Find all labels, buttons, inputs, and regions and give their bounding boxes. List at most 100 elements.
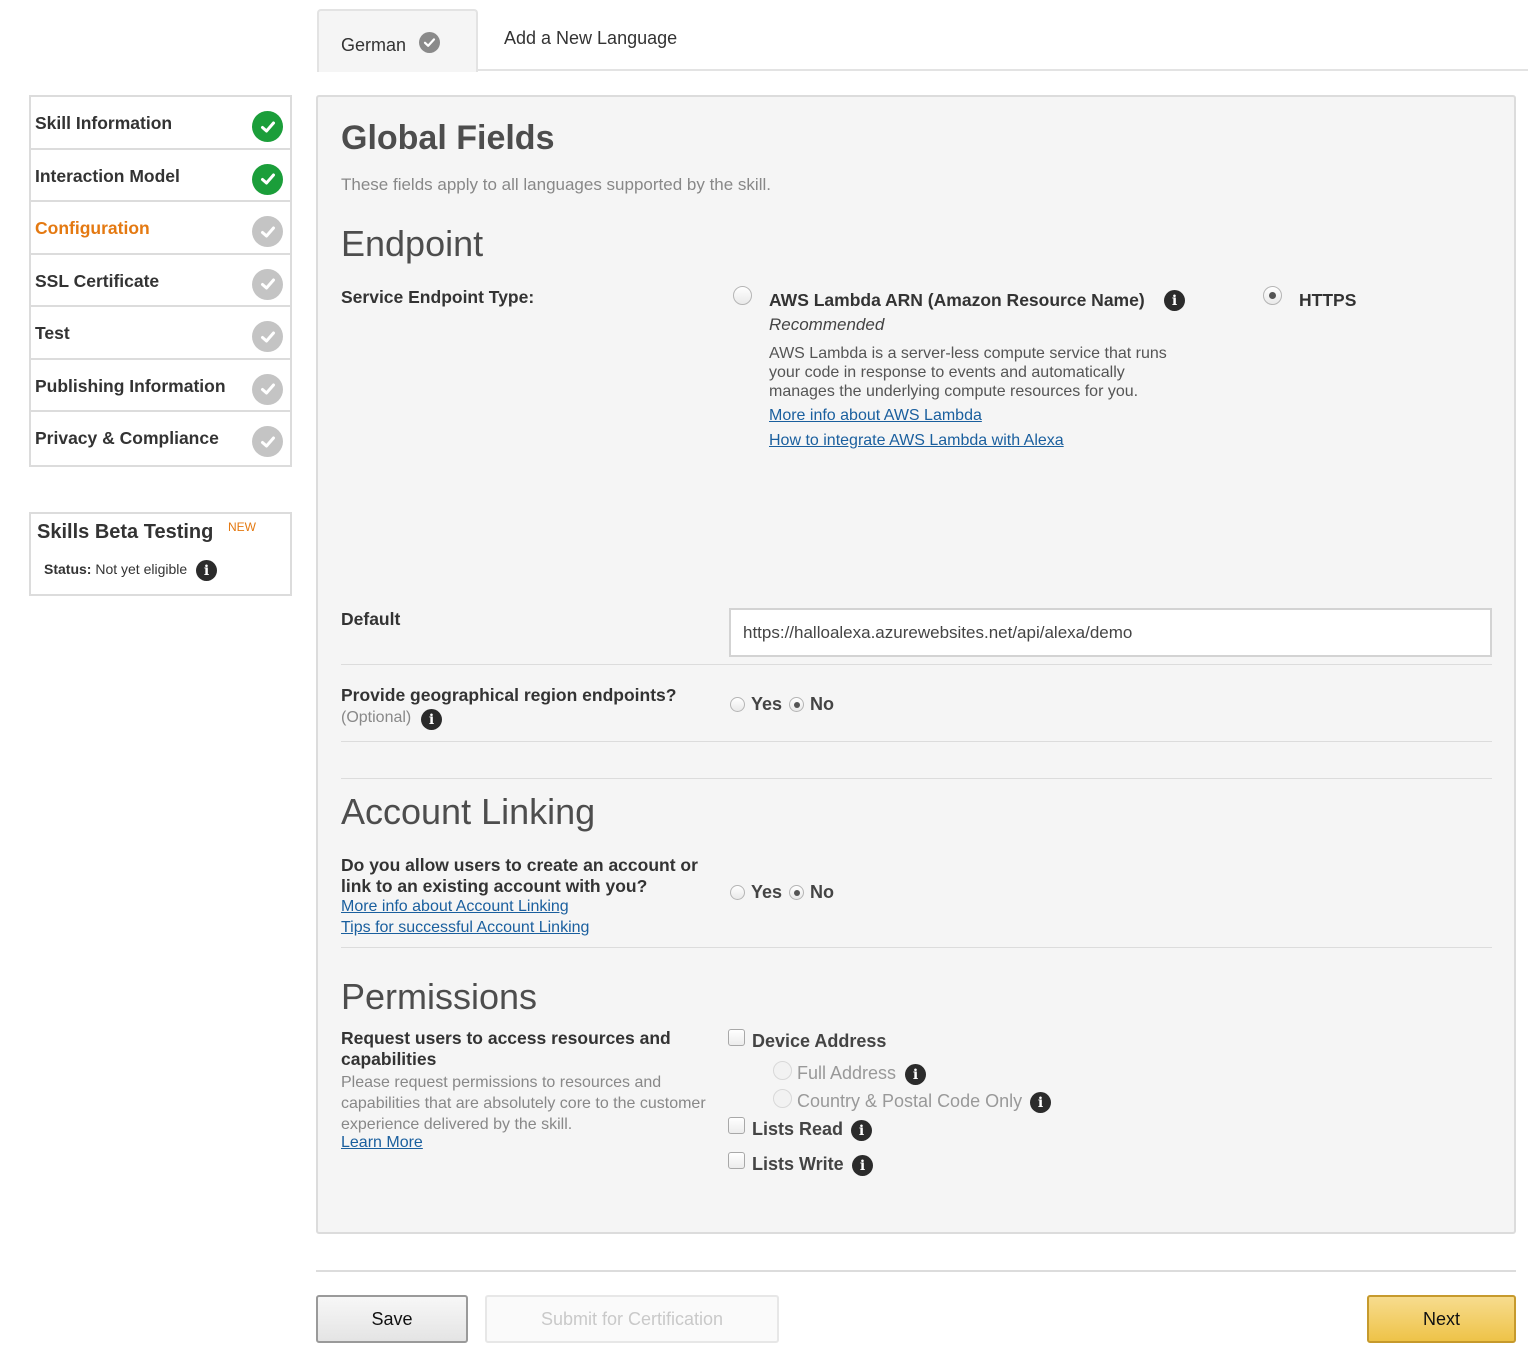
- info-icon[interactable]: i: [1030, 1092, 1051, 1113]
- tab-german[interactable]: German: [317, 9, 478, 72]
- language-tabs: German Add a New Language: [317, 9, 1528, 72]
- page-title: Global Fields: [341, 119, 555, 157]
- info-icon[interactable]: i: [421, 709, 442, 730]
- geo-optional-label: (Optional): [341, 709, 412, 726]
- account-linking-question: link to an existing account with you?: [341, 876, 648, 896]
- geo-no-label: No: [810, 694, 834, 714]
- submit-for-certification-button[interactable]: Submit for Certification: [485, 1295, 779, 1343]
- page-subtitle: These fields apply to all languages supp…: [341, 175, 771, 194]
- check-circle-icon: [252, 268, 283, 300]
- lists-write-label: Lists Write: [752, 1154, 844, 1174]
- sidebar-item-skill-information[interactable]: Skill Information: [31, 97, 290, 150]
- sidebar-item-label: Interaction Model: [35, 165, 180, 186]
- info-icon[interactable]: i: [196, 560, 218, 581]
- learn-more-link[interactable]: Learn More: [341, 1134, 423, 1152]
- permissions-label: Request users to access resources and: [341, 1028, 671, 1048]
- radio-selected-dot: [1269, 292, 1276, 299]
- permissions-description-line: capabilities that are absolutely core to…: [341, 1095, 706, 1112]
- https-option-label: HTTPS: [1299, 290, 1357, 310]
- new-badge: NEW: [228, 520, 256, 534]
- info-icon[interactable]: i: [852, 1155, 873, 1176]
- radio-selected-dot: [793, 701, 800, 708]
- check-circle-icon: [252, 426, 283, 457]
- sidebar-item-ssl-certificate[interactable]: SSL Certificate: [31, 255, 290, 307]
- permissions-label: capabilities: [341, 1049, 437, 1069]
- save-button[interactable]: Save: [316, 1295, 468, 1343]
- info-icon[interactable]: i: [905, 1064, 926, 1085]
- sidebar-item-test[interactable]: Test: [31, 307, 290, 360]
- lists-write-checkbox[interactable]: [728, 1152, 745, 1169]
- more-info-account-linking-link[interactable]: More info about Account Linking: [341, 898, 569, 916]
- device-address-label: Device Address: [752, 1031, 887, 1051]
- sidebar-item-publishing-information[interactable]: Publishing Information: [31, 360, 290, 412]
- geo-no-radio[interactable]: [789, 697, 804, 712]
- check-circle-icon: [252, 163, 283, 195]
- full-address-radio[interactable]: [773, 1061, 792, 1080]
- lambda-recommended: Recommended: [769, 315, 885, 334]
- more-info-lambda-link[interactable]: More info about AWS Lambda: [769, 407, 982, 425]
- permissions-description-line: Please request permissions to resources …: [341, 1074, 662, 1091]
- sidebar-item-label: Test: [35, 323, 70, 343]
- beta-status-label: Status:: [44, 561, 92, 578]
- footer-divider: [316, 1270, 1516, 1272]
- lambda-radio[interactable]: [733, 286, 752, 305]
- lambda-description-line: manages the underlying compute resources…: [769, 383, 1139, 400]
- geo-yes-label: Yes: [751, 694, 783, 714]
- account-linking-yes-label: Yes: [751, 882, 783, 902]
- info-icon[interactable]: i: [1164, 290, 1185, 311]
- check-circle-icon: [252, 321, 283, 352]
- permissions-description-line: experience delivered by the skill.: [341, 1116, 573, 1133]
- lists-read-label: Lists Read: [752, 1119, 844, 1139]
- permissions-heading: Permissions: [341, 976, 538, 1017]
- account-linking-no-label: No: [810, 882, 834, 902]
- tab-german-label: German: [341, 35, 407, 55]
- info-icon[interactable]: i: [851, 1120, 872, 1141]
- lambda-description-line: AWS Lambda is a server-less compute serv…: [769, 345, 1167, 362]
- sidebar-item-label: Configuration: [35, 218, 150, 238]
- beta-status: Status: Not yet eligible i: [44, 560, 218, 581]
- account-linking-yes-radio[interactable]: [730, 885, 745, 900]
- country-postal-radio[interactable]: [773, 1089, 792, 1108]
- tab-add-language[interactable]: Add a New Language: [504, 28, 677, 49]
- permissions-description: Please request permissions to resources …: [341, 1072, 706, 1135]
- next-button[interactable]: Next: [1367, 1295, 1516, 1343]
- sidebar-item-label: Skill Information: [35, 113, 173, 133]
- sidebar-item-interaction-model[interactable]: Interaction Model: [31, 150, 290, 202]
- check-circle-icon: [252, 111, 283, 142]
- lambda-description-line: your code in response to events and auto…: [769, 364, 1125, 381]
- global-fields-panel: Global Fields These fields apply to all …: [316, 95, 1516, 1234]
- divider: [341, 741, 1492, 742]
- lambda-option-label: AWS Lambda ARN (Amazon Resource Name): [769, 290, 1145, 310]
- beta-title: Skills Beta Testing: [37, 521, 214, 543]
- skills-beta-testing-box: Skills Beta Testing NEW Status: Not yet …: [29, 512, 292, 596]
- sidebar-item-label: Privacy & Compliance: [35, 428, 219, 448]
- check-icon: [419, 32, 440, 53]
- account-linking-no-radio[interactable]: [789, 885, 804, 900]
- skill-sidebar-nav: Skill Information Interaction Model Conf…: [29, 95, 292, 467]
- integrate-lambda-link[interactable]: How to integrate AWS Lambda with Alexa: [769, 432, 1064, 450]
- divider: [341, 778, 1492, 779]
- check-circle-icon: [252, 373, 283, 405]
- tips-account-linking-link[interactable]: Tips for successful Account Linking: [341, 919, 589, 937]
- endpoint-heading: Endpoint: [341, 223, 484, 264]
- beta-status-value: Not yet eligible: [95, 561, 188, 578]
- country-postal-label: Country & Postal Code Only: [797, 1091, 1023, 1111]
- check-circle-icon: [252, 216, 283, 247]
- geo-yes-radio[interactable]: [730, 697, 745, 712]
- default-endpoint-input[interactable]: [729, 608, 1492, 657]
- sidebar-item-label: Publishing Information: [35, 375, 226, 396]
- radio-selected-dot: [793, 889, 800, 896]
- sidebar-item-privacy-compliance[interactable]: Privacy & Compliance: [31, 412, 290, 465]
- account-linking-heading: Account Linking: [341, 791, 596, 832]
- sidebar-item-configuration[interactable]: Configuration: [31, 202, 290, 255]
- divider: [341, 947, 1492, 948]
- service-endpoint-type-label: Service Endpoint Type:: [341, 287, 535, 307]
- default-endpoint-label: Default: [341, 609, 401, 629]
- lists-read-checkbox[interactable]: [728, 1117, 745, 1134]
- divider: [341, 664, 1492, 665]
- geo-endpoints-label: Provide geographical region endpoints?: [341, 685, 677, 705]
- full-address-label: Full Address: [797, 1063, 897, 1083]
- sidebar-item-label: SSL Certificate: [35, 270, 160, 291]
- device-address-checkbox[interactable]: [728, 1029, 745, 1046]
- https-radio[interactable]: [1263, 286, 1282, 305]
